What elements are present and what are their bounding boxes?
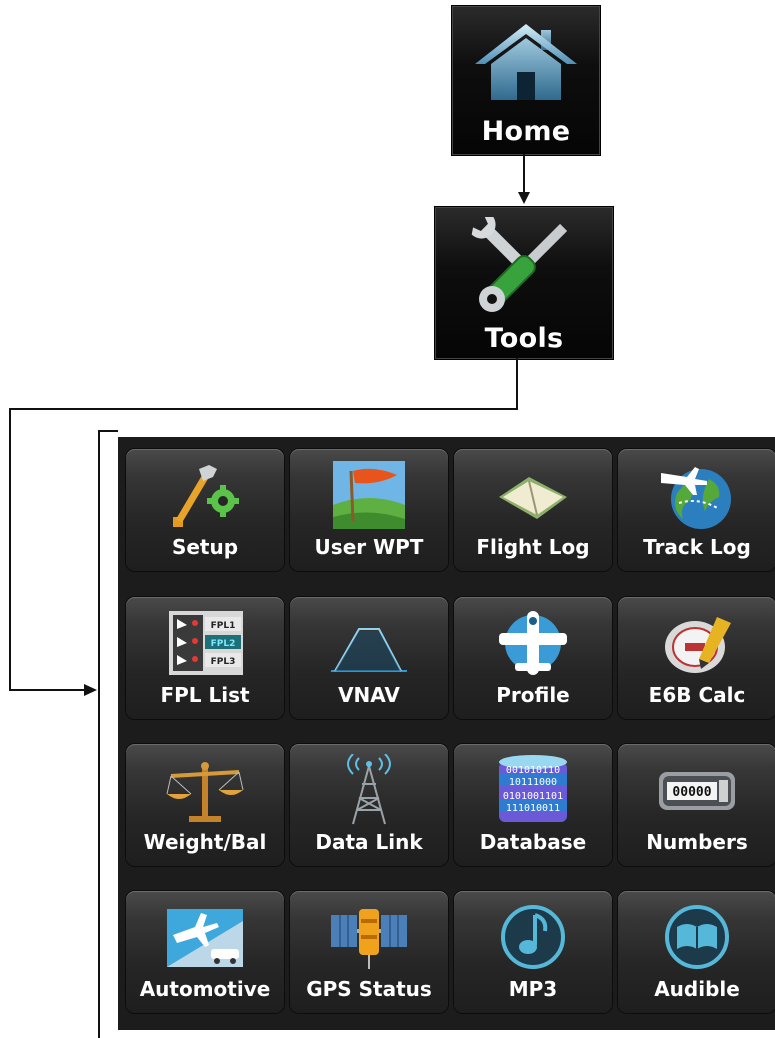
arrow-head	[84, 684, 97, 696]
tile-flight-log[interactable]: Flight Log	[454, 449, 612, 571]
tile-label: GPS Status	[306, 977, 432, 1001]
tools-menu-panel: Setup User WPT Flight Log Track Log FPL1…	[118, 437, 775, 1030]
counter-icon: 00000	[659, 772, 735, 810]
tile-label: Flight Log	[476, 535, 590, 559]
tile-user-wpt[interactable]: User WPT	[290, 449, 448, 571]
open-logbook-icon	[499, 477, 567, 519]
e6b-computer-icon	[665, 617, 731, 673]
tile-label: Profile	[496, 683, 570, 707]
bracket-line	[98, 430, 100, 1038]
fpl-icon-text: FPL1	[211, 621, 236, 631]
tile-label: MP3	[508, 977, 558, 1001]
bracket-line	[98, 430, 118, 432]
tile-label: Setup	[171, 535, 239, 559]
tile-label: Weight/Bal	[143, 830, 267, 854]
audiobook-icon	[665, 905, 729, 969]
home-label: Home	[481, 116, 571, 147]
tile-database[interactable]: 001010110 10111000 0101001101 111010011 …	[454, 744, 612, 866]
tile-fpl-list[interactable]: FPL1 FPL2 FPL3 FPL List	[126, 597, 284, 719]
tile-numbers[interactable]: 00000 Numbers	[618, 744, 775, 866]
connector-line	[9, 408, 518, 410]
tile-gps-status[interactable]: GPS Status	[290, 891, 448, 1013]
fpl-icon-text: FPL2	[211, 639, 236, 649]
database-icon-text: 111010011	[506, 803, 560, 814]
tile-label: FPL List	[160, 683, 250, 707]
tile-label: Database	[479, 830, 587, 854]
tile-e6b-calc[interactable]: E6B Calc	[618, 597, 775, 719]
vertical-profile-icon	[331, 628, 407, 672]
tile-mp3[interactable]: MP3	[454, 891, 612, 1013]
gps-satellite-icon	[331, 909, 407, 969]
tile-label: VNAV	[338, 683, 400, 707]
radio-tower-icon	[347, 754, 391, 825]
airplane-profile-icon	[499, 611, 567, 675]
house-icon	[475, 24, 577, 100]
tile-label: E6B Calc	[648, 683, 746, 707]
tile-automotive[interactable]: Automotive	[126, 891, 284, 1013]
connector-line	[523, 154, 525, 194]
database-icon: 001010110 10111000 0101001101 111010011	[499, 755, 567, 822]
tile-setup[interactable]: Setup	[126, 449, 284, 571]
connector-line	[9, 689, 85, 691]
tile-label: Automotive	[139, 977, 271, 1001]
database-icon-text: 001010110	[506, 765, 560, 776]
flag-icon	[333, 461, 405, 529]
tile-vnav[interactable]: VNAV	[290, 597, 448, 719]
balance-scale-icon	[166, 762, 244, 822]
connector-line	[516, 358, 518, 410]
flight-plan-list-icon: FPL1 FPL2 FPL3	[169, 611, 243, 675]
connector-line	[9, 408, 11, 691]
tile-profile[interactable]: Profile	[454, 597, 612, 719]
home-button[interactable]: Home	[451, 5, 601, 156]
tools-button[interactable]: Tools	[434, 206, 614, 360]
tile-label: Audible	[654, 977, 740, 1001]
database-icon-text: 0101001101	[503, 791, 563, 802]
fpl-icon-text: FPL3	[211, 657, 236, 667]
tools-label: Tools	[484, 323, 564, 354]
music-note-icon	[501, 905, 565, 969]
tile-track-log[interactable]: Track Log	[618, 449, 775, 571]
wrench-gear-icon	[173, 465, 239, 527]
airplane-car-icon	[167, 909, 243, 967]
tile-label: User WPT	[314, 535, 424, 559]
arrow-head	[518, 192, 530, 204]
tile-audible[interactable]: Audible	[618, 891, 775, 1013]
database-icon-text: 10111000	[509, 777, 557, 788]
tile-label: Data Link	[315, 830, 423, 854]
globe-airplane-icon	[661, 467, 731, 529]
wrench-screwdriver-icon	[471, 217, 568, 312]
tile-label: Numbers	[646, 830, 748, 854]
tile-label: Track Log	[643, 535, 751, 559]
tile-data-link[interactable]: Data Link	[290, 744, 448, 866]
counter-icon-text: 00000	[672, 785, 711, 800]
tile-weight-bal[interactable]: Weight/Bal	[126, 744, 284, 866]
